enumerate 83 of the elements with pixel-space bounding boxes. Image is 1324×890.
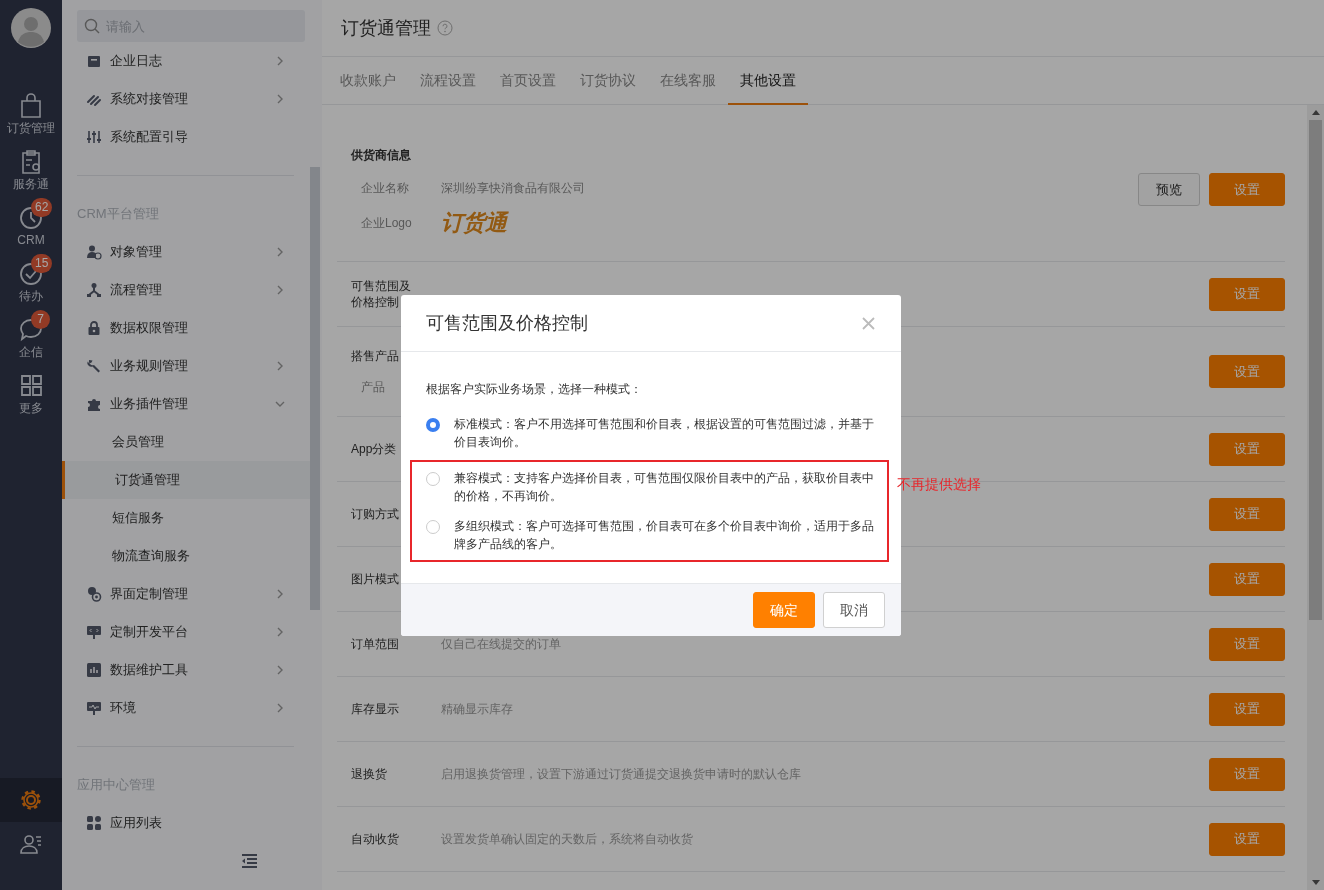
rail-label[interactable]: 待办	[19, 288, 43, 304]
bag-icon[interactable]	[18, 92, 44, 120]
archive-icon	[86, 53, 102, 69]
sidebar-item[interactable]: 环境	[77, 689, 309, 727]
radio-button[interactable]	[426, 472, 440, 486]
sidebar-item[interactable]: 界面定制管理	[77, 575, 309, 613]
scrollbar-thumb[interactable]	[1309, 120, 1322, 620]
setting-label: 自动收货	[351, 831, 400, 847]
cancel-button[interactable]: 取消	[823, 592, 885, 628]
field-value: 深圳纷享快消食品有限公司	[441, 179, 585, 197]
option-label[interactable]: 标准模式：客户不用选择可售范围和价目表，根据设置的可售范围过滤，并基于价目表询价。	[454, 415, 876, 451]
radio-button[interactable]	[426, 520, 440, 534]
user-gear-icon	[86, 244, 102, 260]
sidebar-item[interactable]: 定制开发平台	[77, 613, 309, 651]
setting-label: 搭售产品	[351, 347, 400, 364]
scroll-down-icon[interactable]	[1311, 880, 1320, 885]
option-label[interactable]: 兼容模式：支持客户选择价目表，可售范围仅限价目表中的产品，获取价目表中的价格，不再询价。	[454, 469, 877, 505]
rail-label[interactable]: 更多	[19, 400, 43, 416]
preview-button[interactable]: 预览	[1138, 173, 1200, 206]
setting-label: 退换货	[351, 766, 388, 782]
field-label: 企业名称	[361, 179, 410, 197]
section-title: 供货商信息	[351, 147, 412, 164]
rail-button[interactable]	[0, 778, 62, 822]
scrollbar-thumb[interactable]	[310, 167, 320, 610]
hierarchy-icon	[86, 282, 102, 298]
count-badge: 62	[31, 198, 53, 217]
sidebar-item[interactable]: 系统配置引导	[77, 118, 309, 156]
lock-icon	[86, 320, 102, 336]
sidebar-item[interactable]: 应用列表	[77, 804, 309, 842]
setting-value: 仅自己在线提交的订单	[441, 636, 562, 653]
rail-label[interactable]: 企信	[19, 344, 43, 360]
sidebar-item[interactable]: 对象管理	[77, 233, 309, 271]
logo: 订货通	[441, 209, 507, 237]
setting-label: App分类	[351, 441, 398, 457]
setting-label: 可售范围及价格控制	[351, 278, 412, 310]
person-list-icon	[19, 832, 43, 856]
tab[interactable]: 在线客服	[648, 57, 728, 105]
palette-gear-icon	[86, 586, 102, 602]
count-badge: 15	[31, 254, 53, 273]
sidebar-item[interactable]: 数据权限管理	[77, 309, 309, 347]
tab[interactable]: 首页设置	[488, 57, 568, 105]
sidebar-item[interactable]: 企业日志	[77, 42, 309, 80]
sidebar-item[interactable]: 业务插件管理	[77, 385, 309, 423]
sidebar-subitem[interactable]: 会员管理	[62, 423, 310, 461]
sidebar-item[interactable]: 流程管理	[77, 271, 309, 309]
rail-label[interactable]: 服务通	[13, 176, 49, 192]
sidebar-subitem[interactable]: 订货通管理	[62, 461, 310, 499]
setting-label: 图片模式	[351, 571, 400, 587]
sidebar-item[interactable]: 业务规则管理	[77, 347, 309, 385]
dialog-title: 可售范围及价格控制	[426, 311, 588, 335]
search-icon	[84, 18, 100, 34]
setting-label: 订购方式	[351, 506, 400, 522]
wrench-icon	[86, 358, 102, 374]
tab[interactable]: 收款账户	[328, 57, 408, 105]
bar-chart-icon	[86, 662, 102, 678]
setting-label: 库存显示	[351, 701, 400, 717]
setting-label: 订单范围	[351, 636, 400, 652]
sidebar-item[interactable]: 数据维护工具	[77, 651, 309, 689]
option-label[interactable]: 多组织模式：客户可选择可售范围，价目表可在多个价目表中询价，适用于多品牌多产品线的客户。	[454, 517, 877, 553]
monitor-pulse-icon	[86, 700, 102, 716]
field-label: 企业Logo	[361, 214, 413, 232]
apps-icon	[86, 815, 102, 831]
setting-value: 精确显示库存	[441, 701, 514, 718]
count-badge: 7	[31, 310, 50, 329]
tab[interactable]: 订货协议	[568, 57, 648, 105]
sidebar-subitem[interactable]: 物流查询服务	[62, 537, 310, 575]
tab[interactable]: 流程设置	[408, 57, 488, 105]
sliders-icon	[86, 129, 102, 145]
page-title: 订货通管理	[341, 16, 431, 40]
gear-icon	[19, 788, 43, 812]
avatar[interactable]	[11, 8, 51, 48]
radio-button[interactable]	[426, 418, 440, 432]
tab[interactable]: 其他设置	[728, 57, 808, 105]
scroll-up-icon[interactable]	[1311, 110, 1320, 115]
prompt-text: 根据客户实际业务场景，选择一种模式：	[426, 381, 643, 398]
collapse-icon[interactable]	[241, 854, 257, 868]
rail-label[interactable]: CRM	[17, 232, 45, 248]
sidebar-item[interactable]: 系统对接管理	[77, 80, 309, 118]
field-label: 产品	[361, 378, 385, 396]
sidebar-subitem[interactable]: 短信服务	[62, 499, 310, 537]
puzzle-icon	[86, 396, 102, 412]
rail-label[interactable]: 订货管理	[7, 120, 55, 136]
monitor-code-icon	[86, 624, 102, 640]
